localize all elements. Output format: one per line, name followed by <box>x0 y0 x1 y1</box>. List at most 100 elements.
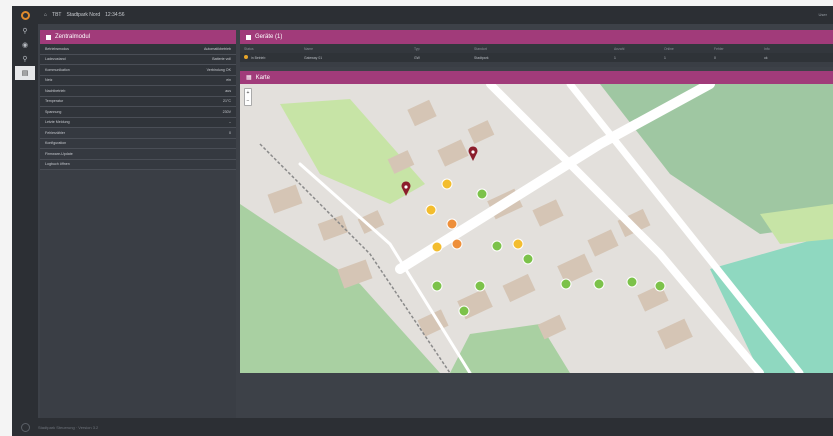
zoom-control[interactable]: + − <box>244 88 252 106</box>
status-row: Ladezustand Batterie voll <box>40 54 236 65</box>
column-header[interactable]: Name <box>300 47 410 51</box>
devices-panel: Geräte (1) Status Name Typ Standort Anzahl On… <box>240 30 833 67</box>
status-label: Kommunikation <box>45 67 70 72</box>
app-window: ⌂ TBT Stadtpark Nord 12:34:56 User ⚲ ◉ ⚲… <box>12 6 833 436</box>
status-label: Nachtbetrieb <box>45 88 66 93</box>
status-text: in Betrieb <box>251 56 266 60</box>
map-canvas[interactable] <box>240 84 833 373</box>
map-marker-green[interactable] <box>593 278 605 290</box>
status-label: Netz <box>45 78 53 83</box>
table-header: Status Name Typ Standort Anzahl Online Fehler I… <box>240 44 833 53</box>
panel-icon <box>46 34 51 40</box>
status-label: Spannung <box>45 109 62 114</box>
map-marker-orange[interactable] <box>451 238 463 250</box>
panel-header: ▦ Karte <box>240 71 833 84</box>
map-marker-orange[interactable] <box>446 218 458 230</box>
top-bar: ⌂ TBT Stadtpark Nord 12:34:56 User <box>12 6 833 24</box>
pin-icon[interactable]: ⚲ <box>12 52 38 66</box>
status-row: Letzte Meldung – <box>40 117 236 128</box>
column-header[interactable]: Anzahl <box>610 47 660 51</box>
table-cell: 0 <box>714 55 716 60</box>
status-row: Temperatur 21°C <box>40 96 236 107</box>
panel-title: Zentralmodul <box>55 34 91 40</box>
map-pin-dot <box>404 185 408 189</box>
table-cell: in Betrieb <box>240 55 300 60</box>
map-pin-dot <box>471 150 475 154</box>
status-row: Kommunikation Verbindung OK <box>40 65 236 76</box>
zoom-out-button[interactable]: − <box>245 97 251 105</box>
user-menu[interactable]: User <box>819 12 827 17</box>
camera-icon[interactable]: ◉ <box>12 38 38 52</box>
status-label: Firmware-Update <box>45 151 73 156</box>
locate-icon[interactable]: ⚲ <box>12 24 38 38</box>
table-cell: Stadtpark <box>474 55 489 60</box>
status-label: Temperatur <box>45 99 64 104</box>
map-marker-green[interactable] <box>491 240 503 252</box>
map-marker-green[interactable] <box>654 280 666 292</box>
icon-sidebar: ⚲ ◉ ⚲ ▤ <box>12 24 38 418</box>
breadcrumb-item-project[interactable]: TBT <box>52 12 61 18</box>
central-module-panel: Zentralmodul Betriebsmodus Automatikbetri… <box>40 30 236 418</box>
map-marker-green[interactable] <box>476 188 488 200</box>
status-value: 230V <box>222 109 231 114</box>
panel-header: Zentralmodul <box>40 30 236 44</box>
status-value: Batterie voll <box>212 57 231 62</box>
panel-icon <box>246 34 251 40</box>
status-value: – <box>229 120 231 125</box>
status-label: Logbuch öffnen <box>45 162 70 167</box>
map-marker-green[interactable] <box>474 280 486 292</box>
map-marker-green[interactable] <box>522 253 534 265</box>
column-header[interactable]: Typ <box>410 47 470 51</box>
footer-logo-icon <box>12 422 38 432</box>
map-marker-green[interactable] <box>458 305 470 317</box>
map-marker-amber[interactable] <box>425 204 437 216</box>
footer-text: Stadtpark Steuerung · Version 3.2 <box>38 424 99 430</box>
table-cell: Gateway 01 <box>304 55 323 60</box>
status-label: Betriebsmodus <box>45 46 69 51</box>
column-header[interactable]: Fehler <box>710 47 760 51</box>
map-marker-green[interactable] <box>560 278 572 290</box>
status-row: Fehlerzähler 0 <box>40 128 236 139</box>
map-view[interactable]: + − <box>240 84 833 373</box>
status-row[interactable]: Firmware-Update <box>40 149 236 160</box>
column-header[interactable]: Standort <box>470 47 610 51</box>
map-panel: ▦ Karte + − <box>240 71 833 373</box>
map-marker-amber[interactable] <box>441 178 453 190</box>
map-header-icon: ▦ <box>246 75 252 81</box>
map-marker-green[interactable] <box>626 276 638 288</box>
column-header[interactable]: Online <box>660 47 710 51</box>
table-cell: 1 <box>664 55 666 60</box>
breadcrumb-item-site[interactable]: Stadtpark Nord <box>66 12 100 18</box>
column-header[interactable]: Info <box>760 47 833 51</box>
status-value: Verbindung OK <box>206 67 231 72</box>
status-row: Spannung 230V <box>40 107 236 118</box>
table-cell: 1 <box>614 55 616 60</box>
map-marker-green[interactable] <box>431 280 443 292</box>
status-label: Ladezustand <box>45 57 66 62</box>
list-icon[interactable]: ▤ <box>15 66 35 80</box>
status-row: Nachtbetrieb aus <box>40 86 236 97</box>
footer-bar: Stadtpark Steuerung · Version 3.2 <box>12 418 833 436</box>
logo-icon[interactable] <box>12 6 38 24</box>
table-cell: ok <box>764 55 768 60</box>
zoom-in-button[interactable]: + <box>245 89 251 97</box>
status-value: aus <box>225 88 231 93</box>
panel-title: Karte <box>255 74 271 81</box>
status-label: Fehlerzähler <box>45 130 65 135</box>
status-row[interactable]: Konfiguration <box>40 138 236 149</box>
status-row[interactable]: Logbuch öffnen <box>40 159 236 170</box>
table-cell: GW <box>414 55 420 60</box>
status-label: Letzte Meldung <box>45 120 70 125</box>
status-list: Betriebsmodus Automatikbetrieb Ladezustand… <box>40 44 236 170</box>
home-icon[interactable]: ⌂ <box>44 12 47 18</box>
breadcrumb-item-time: 12:34:56 <box>105 12 125 18</box>
column-header[interactable]: Status <box>240 47 300 51</box>
status-value: Automatikbetrieb <box>204 46 231 51</box>
status-dot-icon <box>244 55 248 59</box>
map-marker-amber[interactable] <box>431 241 443 253</box>
table-row[interactable]: in Betrieb Gateway 01 GW Stadtpark 1 1 0 ok <box>240 53 833 62</box>
table-body: in Betrieb Gateway 01 GW Stadtpark 1 1 0 ok <box>240 53 833 62</box>
panel-title: Geräte (1) <box>255 34 283 40</box>
status-value: ein <box>226 78 231 83</box>
map-marker-amber[interactable] <box>512 238 524 250</box>
